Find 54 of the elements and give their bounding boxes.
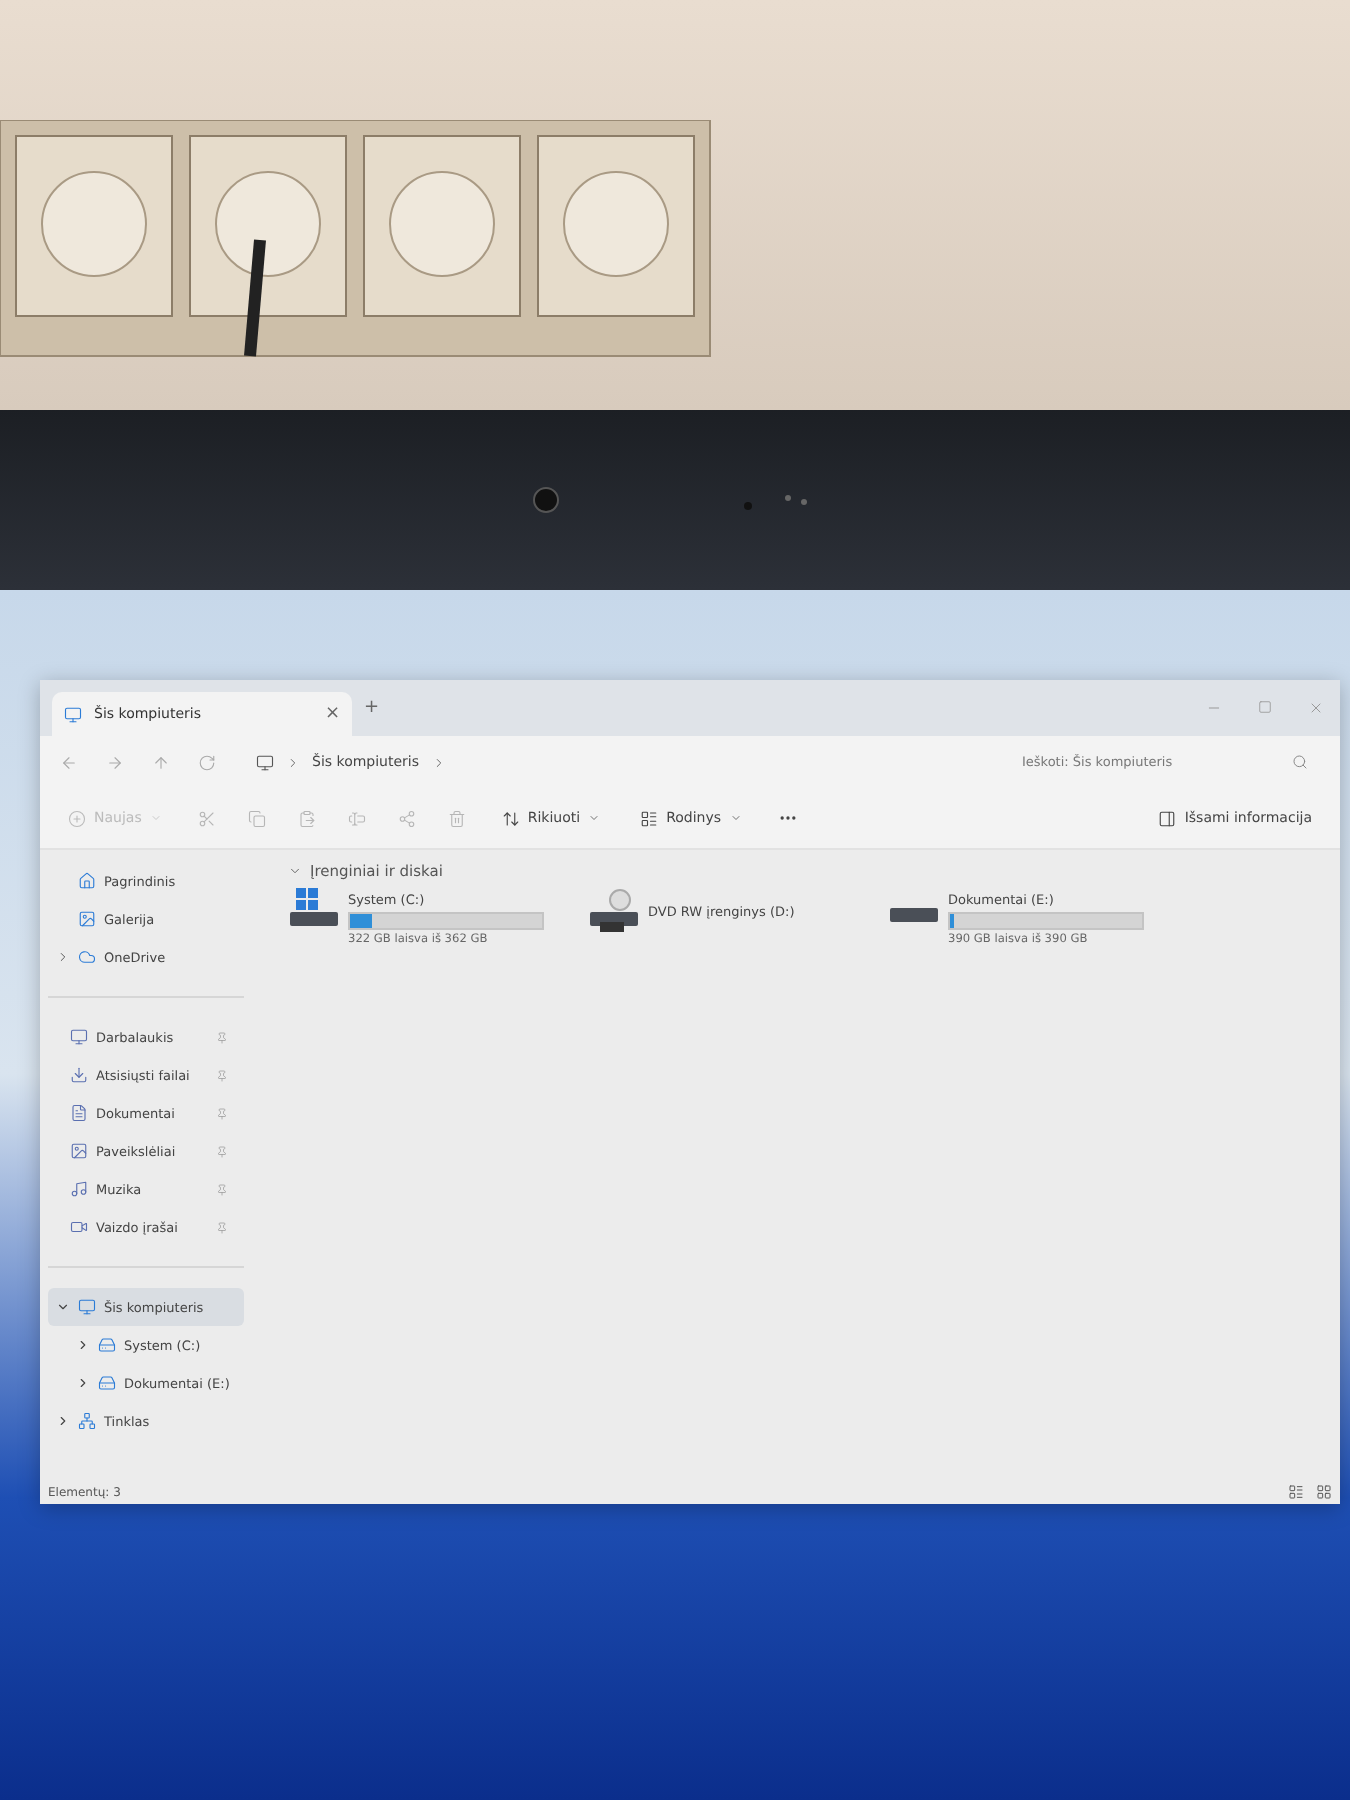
list-view-icon	[640, 809, 659, 827]
cut-icon	[197, 809, 216, 827]
computer-icon	[78, 1298, 96, 1316]
network-icon	[78, 1412, 96, 1430]
computer-icon	[256, 753, 274, 771]
home-icon	[78, 872, 96, 890]
pin-icon	[216, 1069, 228, 1081]
new-tab-button[interactable]: +	[364, 698, 380, 718]
close-icon	[1308, 700, 1324, 716]
copy-icon	[247, 809, 266, 827]
tiles-view-icon	[1316, 1484, 1332, 1500]
up-icon	[152, 753, 170, 771]
computer-icon	[64, 705, 82, 723]
pin-icon	[216, 1031, 228, 1043]
drive-icon	[98, 1336, 116, 1354]
video-icon	[70, 1218, 88, 1236]
details-view-icon	[1288, 1484, 1304, 1500]
chevron-right-icon[interactable]	[76, 1376, 90, 1390]
sort-icon	[501, 809, 520, 827]
plus-circle-icon	[68, 809, 86, 827]
chevron-down-icon	[288, 864, 302, 878]
chevron-right-icon[interactable]	[56, 1414, 70, 1428]
webcam-icon	[531, 486, 559, 514]
caret-icon	[588, 812, 601, 824]
chevron-right-icon	[286, 755, 300, 769]
back-icon	[60, 753, 78, 771]
desktop-icon	[70, 1028, 88, 1046]
chevron-down-icon[interactable]	[56, 1300, 70, 1314]
pin-icon	[216, 1221, 228, 1233]
pin-icon	[216, 1145, 228, 1157]
share-icon	[397, 809, 416, 827]
delete-icon	[447, 809, 466, 827]
download-icon	[70, 1066, 88, 1084]
picture-icon	[70, 1142, 88, 1160]
drive-icon	[98, 1374, 116, 1392]
rename-icon	[347, 809, 366, 827]
chevron-right-icon	[431, 755, 446, 769]
search-icon	[1292, 754, 1308, 770]
pin-icon	[216, 1183, 228, 1195]
refresh-icon	[198, 753, 216, 771]
chevron-right-icon[interactable]	[76, 1338, 90, 1352]
caret-icon	[729, 812, 742, 824]
maximize-icon	[1258, 700, 1272, 714]
music-icon	[70, 1180, 88, 1198]
panel-icon	[1158, 809, 1177, 827]
gallery-icon	[78, 910, 96, 928]
pin-icon	[216, 1107, 228, 1119]
forward-icon	[106, 753, 124, 771]
chevron-right-icon	[56, 950, 70, 964]
paste-icon	[297, 809, 316, 827]
close-tab-button[interactable]: ×	[324, 704, 340, 724]
dvd-drive-icon	[588, 888, 640, 932]
cloud-icon	[78, 948, 96, 966]
document-icon	[70, 1104, 88, 1122]
